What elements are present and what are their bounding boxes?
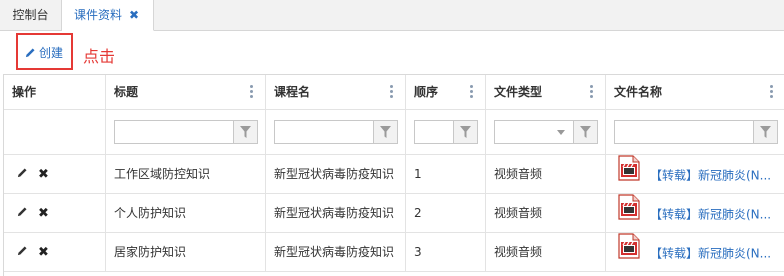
close-icon[interactable]: ✖ (38, 155, 49, 193)
course-filter-button[interactable] (374, 120, 398, 144)
column-header-label: 顺序 (414, 85, 439, 99)
title-filter-button[interactable] (234, 120, 258, 144)
file-name-cell: 【转载】新冠肺炎(N... (606, 233, 784, 272)
cell-order: 3 (406, 233, 486, 272)
cell-type: 视频音频 (486, 155, 606, 194)
cell-type: 视频音频 (486, 233, 606, 272)
column-header-order[interactable]: 顺序 (406, 75, 486, 110)
filter-cell-actions (4, 110, 106, 155)
course-filter-input[interactable] (274, 120, 374, 144)
row-actions: ✖ (4, 194, 106, 233)
column-header-label: 文件类型 (494, 85, 543, 99)
column-header-label: 文件名称 (614, 85, 663, 99)
kebab-icon[interactable] (470, 85, 473, 100)
kebab-icon[interactable] (770, 85, 773, 100)
filter-cell-filename (606, 110, 784, 155)
kebab-icon[interactable] (250, 85, 253, 100)
filter-icon (760, 126, 771, 138)
filter-icon (380, 126, 391, 138)
kebab-icon[interactable] (390, 85, 393, 100)
close-icon[interactable]: ✖ (129, 0, 139, 31)
order-filter-button[interactable] (454, 120, 478, 144)
cell-order: 1 (406, 155, 486, 194)
column-header-label: 课程名 (274, 85, 311, 99)
create-button-label: 创建 (39, 46, 64, 60)
filename-filter-button[interactable] (754, 120, 778, 144)
pencil-icon[interactable] (17, 155, 28, 193)
file-name-cell: 【转载】新冠肺炎(N... (606, 155, 784, 194)
close-icon[interactable]: ✖ (38, 233, 49, 271)
cell-title: 个人防护知识 (106, 194, 266, 233)
column-header-label: 标题 (114, 85, 139, 99)
file-link[interactable]: 【转载】新冠肺炎(N... (650, 247, 771, 261)
column-header-actions[interactable]: 操作 (4, 75, 106, 110)
filter-cell-type (486, 110, 606, 155)
video-file-icon (618, 194, 640, 232)
video-file-icon (618, 233, 640, 271)
pencil-icon (25, 48, 35, 58)
file-name-cell: 【转载】新冠肺炎(N... (606, 194, 784, 233)
filter-cell-title (106, 110, 266, 155)
column-header-course[interactable]: 课程名 (266, 75, 406, 110)
tab-dashboard-label: 控制台 (12, 8, 49, 22)
chevron-down-icon (557, 130, 565, 135)
cell-title: 工作区域防控知识 (106, 155, 266, 194)
cell-course: 新型冠状病毒防疫知识 (266, 233, 406, 272)
column-header-title[interactable]: 标题 (106, 75, 266, 110)
filename-filter-input[interactable] (614, 120, 754, 144)
tab-dashboard[interactable]: 控制台 (0, 0, 62, 31)
click-annotation: 点击 (83, 47, 116, 66)
filter-cell-order (406, 110, 486, 155)
file-link[interactable]: 【转载】新冠肺炎(N... (650, 208, 771, 222)
create-button[interactable]: 创建 (25, 44, 63, 61)
filter-cell-course (266, 110, 406, 155)
filter-icon (240, 126, 251, 138)
column-header-filename[interactable]: 文件名称 (606, 75, 784, 110)
title-filter-input[interactable] (114, 120, 234, 144)
cell-title: 居家防护知识 (106, 233, 266, 272)
tab-courseware-label: 课件资料 (74, 8, 123, 22)
close-icon[interactable]: ✖ (38, 194, 49, 232)
data-grid: 操作 标题 课程名 顺序 文件类型 文件名称 ✖ 工作区域防控知识 新型冠状病毒防疫… (3, 74, 784, 276)
row-actions: ✖ (4, 233, 106, 272)
tab-bar: 控制台 课件资料 ✖ (0, 0, 784, 31)
video-file-icon (618, 155, 640, 193)
column-header-type[interactable]: 文件类型 (486, 75, 606, 110)
tab-courseware[interactable]: 课件资料 ✖ (62, 0, 154, 31)
file-link[interactable]: 【转载】新冠肺炎(N... (650, 169, 771, 183)
pencil-icon[interactable] (17, 194, 28, 232)
type-filter-select[interactable] (494, 120, 574, 144)
cell-order: 2 (406, 194, 486, 233)
order-filter-input[interactable] (414, 120, 454, 144)
type-filter-button[interactable] (574, 120, 598, 144)
filter-icon (460, 126, 471, 138)
column-header-label: 操作 (12, 85, 37, 99)
filter-icon (580, 126, 591, 138)
row-actions: ✖ (4, 155, 106, 194)
kebab-icon[interactable] (590, 85, 593, 100)
cell-course: 新型冠状病毒防疫知识 (266, 155, 406, 194)
cell-type: 视频音频 (486, 194, 606, 233)
pencil-icon[interactable] (17, 233, 28, 271)
cell-course: 新型冠状病毒防疫知识 (266, 194, 406, 233)
